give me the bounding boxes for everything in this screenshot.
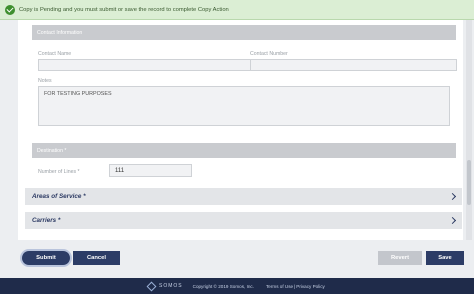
copyright-text: Copyright © 2019 Somos, Inc.	[192, 283, 254, 289]
somos-logo: SOMOS	[146, 281, 183, 291]
notes-textarea[interactable]: FOR TESTING PURPOSES	[38, 86, 450, 126]
footer-separator: |	[294, 283, 296, 289]
form-panel: Contact Information Contact Name Contact…	[18, 20, 463, 240]
save-button[interactable]: Save	[426, 251, 464, 265]
carriers-label: Carriers *	[32, 217, 61, 224]
privacy-policy-link[interactable]: Privacy Policy	[296, 284, 325, 289]
number-of-lines-value: 111	[115, 167, 125, 174]
contact-name-input[interactable]	[38, 59, 258, 71]
scrollbar-thumb[interactable]	[467, 160, 471, 205]
areas-of-service-accordion[interactable]: Areas of Service *	[25, 188, 462, 205]
form-scroll-area[interactable]: Contact Information Contact Name Contact…	[0, 20, 474, 242]
banner-message: Copy is Pending and you must submit or s…	[19, 6, 229, 13]
areas-of-service-label: Areas of Service *	[32, 193, 86, 200]
terms-of-use-link[interactable]: Terms of Use	[266, 284, 293, 289]
contact-name-label: Contact Name	[38, 51, 72, 57]
revert-button[interactable]: Revert	[378, 251, 422, 265]
carriers-accordion[interactable]: Carriers *	[25, 212, 462, 229]
contact-information-header: Contact Information	[32, 25, 456, 40]
destination-title: Destination *	[37, 147, 67, 154]
contact-information-title: Contact Information	[37, 29, 83, 36]
somos-logo-text: SOMOS	[159, 283, 183, 289]
contact-number-label: Contact Number	[250, 51, 288, 57]
number-of-lines-input[interactable]: 111	[109, 164, 192, 177]
pending-copy-banner: Copy is Pending and you must submit or s…	[0, 0, 474, 20]
number-of-lines-label: Number of Lines *	[38, 169, 80, 175]
copy-record-page: Copy is Pending and you must submit or s…	[0, 0, 474, 294]
notes-label: Notes	[38, 78, 52, 84]
chevron-right-icon	[448, 216, 457, 225]
cancel-button[interactable]: Cancel	[73, 251, 120, 265]
chevron-right-icon	[448, 192, 457, 201]
check-circle-icon	[5, 4, 15, 15]
submit-button[interactable]: Submit	[22, 251, 70, 265]
contact-number-input[interactable]	[250, 59, 457, 71]
footer: SOMOS Copyright © 2019 Somos, Inc. Terms…	[0, 278, 474, 294]
destination-header: Destination *	[32, 143, 456, 158]
footer-links: Terms of Use | Privacy Policy	[266, 284, 325, 289]
vertical-scrollbar[interactable]	[466, 20, 472, 240]
somos-logo-icon	[146, 281, 157, 291]
